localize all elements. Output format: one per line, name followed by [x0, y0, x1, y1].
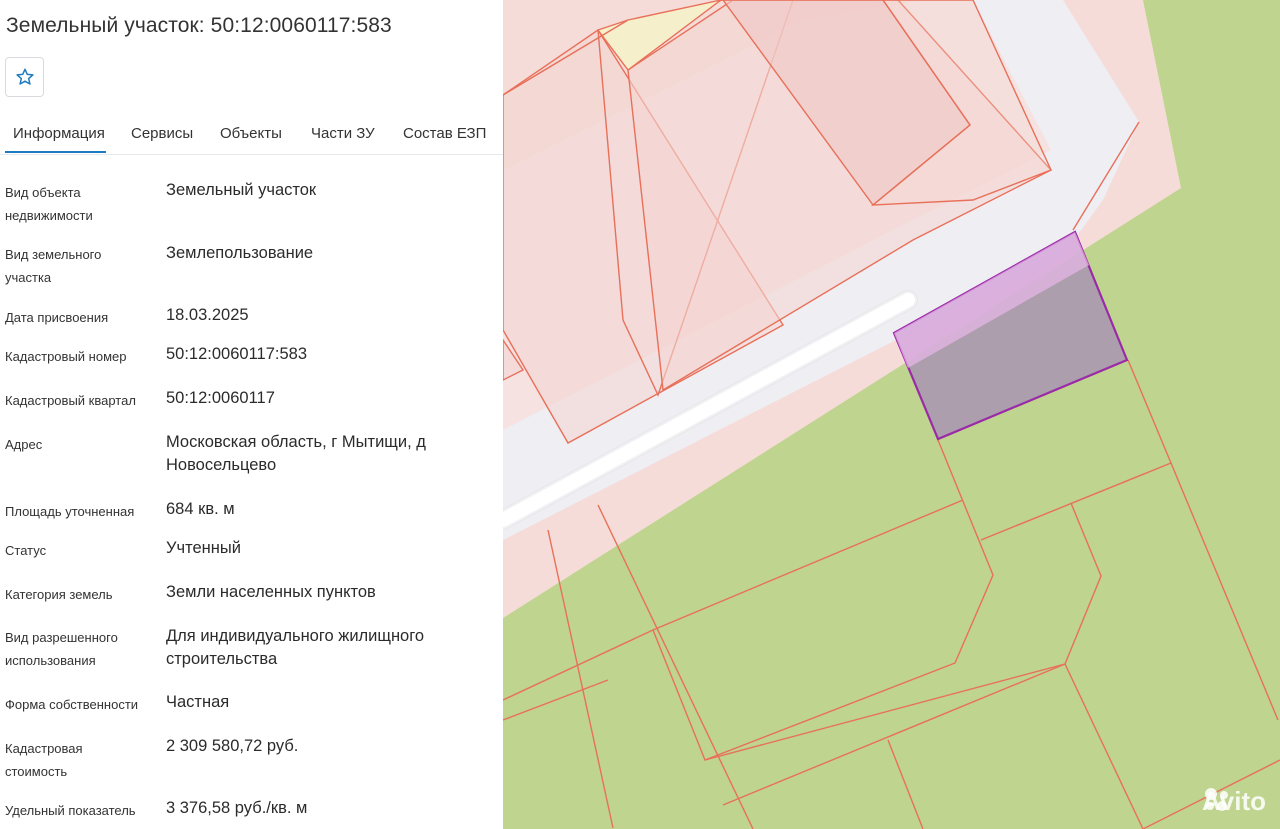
value-land-type: Землепользование — [166, 244, 314, 262]
value-status: Учтенный — [166, 539, 241, 557]
label-status: Статус — [5, 543, 47, 558]
label-address: Адрес — [5, 437, 43, 452]
value-area: 684 кв. м — [166, 500, 235, 518]
value-cadastral-quarter: 50:12:0060117 — [166, 389, 275, 407]
tab-information[interactable]: Информация — [13, 125, 105, 142]
tab-objects[interactable]: Объекты — [220, 125, 282, 142]
tab-services[interactable]: Сервисы — [131, 125, 193, 142]
value-specific-indicator: 3 376,58 руб./кв. м — [166, 799, 308, 817]
value-object-type: Земельный участок — [166, 181, 317, 199]
label-land-type: Вид земельного участка — [5, 247, 102, 285]
value-address: Московская область, г Мытищи, д Новосель… — [166, 433, 426, 474]
label-cadastral-quarter: Кадастровый квартал — [5, 393, 136, 408]
cadastral-map[interactable]: Avito — [503, 0, 1280, 829]
label-area: Площадь уточненная — [5, 504, 135, 519]
label-permitted-use: Вид разрешенного использования — [5, 630, 118, 668]
avito-logo-icon — [1204, 788, 1228, 811]
avito-watermark: Avito — [1202, 786, 1266, 817]
value-cadastral-value: 2 309 580,72 руб. — [166, 737, 299, 755]
value-ownership-form: Частная — [166, 693, 230, 711]
favorite-button[interactable] — [5, 57, 44, 97]
label-assignment-date: Дата присвоения — [5, 310, 109, 325]
label-object-type: Вид объекта недвижимости — [5, 185, 93, 223]
label-land-category: Категория земель — [5, 587, 113, 602]
label-cadastral-number: Кадастровый номер — [5, 349, 127, 364]
map-canvas[interactable] — [503, 0, 1280, 829]
tab-bar: Информация Сервисы Объекты Части ЗУ Сост… — [0, 112, 503, 155]
tab-ezp-composition[interactable]: Состав ЕЗП — [403, 125, 486, 142]
page-title: Земельный участок: 50:12:0060117:583 — [6, 14, 392, 37]
info-panel: Земельный участок: 50:12:0060117:583 Инф… — [0, 0, 503, 829]
value-cadastral-number: 50:12:0060117:583 — [166, 345, 307, 363]
value-permitted-use: Для индивидуального жилищного строительс… — [166, 627, 425, 668]
value-assignment-date: 18.03.2025 — [166, 306, 249, 324]
value-land-category: Земли населенных пунктов — [166, 583, 376, 601]
label-ownership-form: Форма собственности — [5, 697, 139, 712]
star-outline-icon — [15, 68, 34, 85]
active-tab-indicator — [5, 151, 106, 153]
label-cadastral-value: Кадастровая стоимость — [5, 741, 83, 779]
label-specific-indicator: Удельный показатель — [5, 803, 136, 818]
tab-parcel-parts[interactable]: Части ЗУ — [311, 125, 375, 142]
